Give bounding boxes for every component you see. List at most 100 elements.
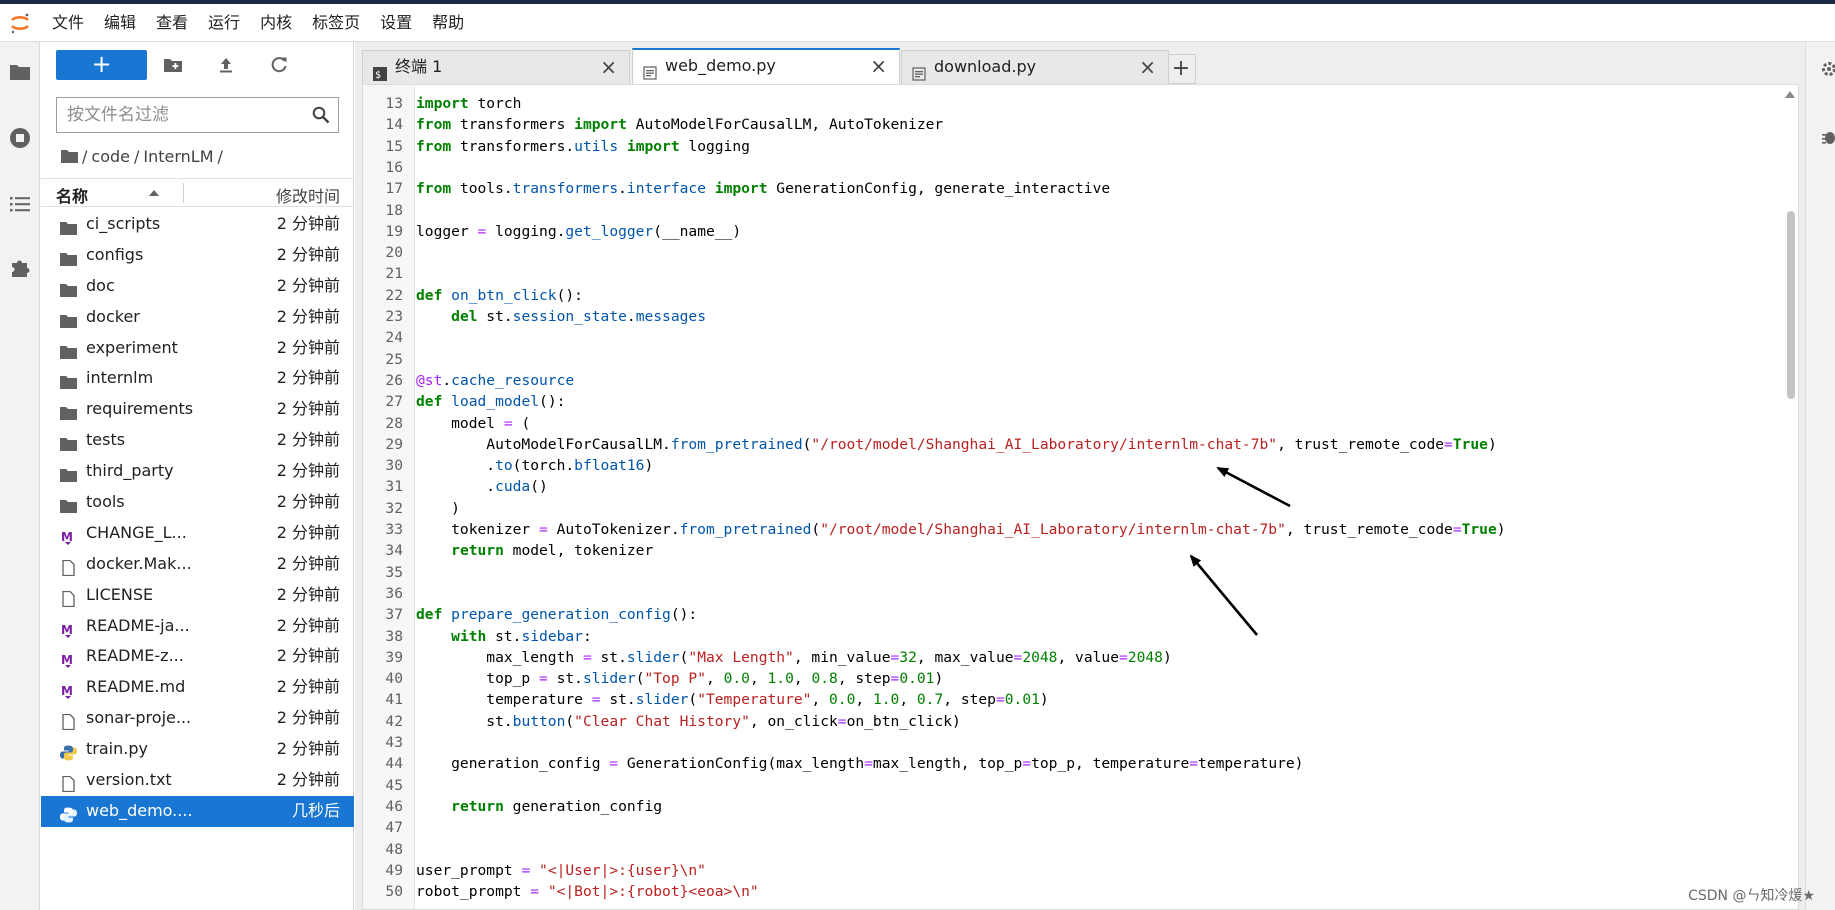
file-modified-time: 几秒后 [291, 800, 340, 820]
code-line: 48 [363, 839, 1783, 860]
folder-icon [60, 494, 77, 514]
file-list-item[interactable]: requirements 2 分钟前 [41, 394, 354, 425]
folder-icon [60, 216, 77, 235]
column-modified-header[interactable]: 修改时间 [276, 183, 340, 207]
line-number: 20 [385, 244, 403, 262]
folder-icon[interactable] [61, 149, 78, 164]
file-list-item[interactable]: M README-z... 2 分钟前 [41, 641, 354, 672]
menu-item[interactable]: 文件 [52, 4, 84, 42]
breadcrumb-sep: / [217, 146, 223, 166]
line-number: 50 [385, 883, 403, 901]
breadcrumb-sep: / [133, 146, 140, 166]
upload-icon[interactable] [216, 55, 236, 75]
search-icon [312, 106, 330, 124]
file-list-item[interactable]: third_party 2 分钟前 [41, 456, 354, 487]
file-list-item[interactable]: tests 2 分钟前 [41, 425, 354, 456]
code-editor[interactable]: 13 import torch 14 from transformers import… [362, 84, 1799, 910]
close-icon[interactable]: × [600, 51, 617, 83]
file-list-item[interactable]: M README-ja... 2 分钟前 [41, 611, 354, 642]
file-list-item[interactable]: tools 2 分钟前 [41, 487, 354, 518]
code-line: 28 model = ( [363, 413, 1783, 434]
file-icon [60, 556, 77, 576]
breadcrumb-code[interactable]: code [91, 147, 130, 166]
line-code: generation_config = GenerationConfig(max… [416, 755, 1304, 773]
code-line: 29 AutoModelForCausalLM.from_pretrained(… [363, 434, 1783, 455]
folder-icon [60, 278, 77, 297]
line-number: 21 [385, 265, 403, 283]
line-number: 13 [385, 95, 403, 112]
code-line: 32 ) [363, 498, 1783, 519]
new-folder-icon[interactable] [163, 55, 183, 75]
debugger-bug-icon[interactable] [1820, 128, 1835, 146]
text-file-icon [643, 59, 657, 80]
file-name: train.py [86, 739, 148, 759]
jupyter-logo-icon [11, 13, 29, 34]
file-icon [60, 587, 77, 607]
line-code: import torch [416, 95, 522, 112]
file-list-item[interactable]: M CHANGE_L... 2 分钟前 [41, 518, 354, 549]
editor-tab[interactable]: $ 终端 1 × [362, 50, 630, 84]
line-number: 40 [385, 670, 403, 688]
column-name-header[interactable]: 名称 [56, 183, 88, 207]
line-code: return model, tokenizer [451, 542, 654, 560]
table-of-contents-icon[interactable] [8, 192, 32, 216]
line-number: 46 [385, 797, 403, 815]
file-name: sonar-proje... [86, 708, 192, 728]
menu-item[interactable]: 运行 [208, 4, 240, 42]
file-modified-time: 2 分钟前 [276, 244, 340, 264]
file-list-item[interactable]: LICENSE 2 分钟前 [41, 580, 354, 611]
file-list-item[interactable]: experiment 2 分钟前 [41, 333, 354, 364]
code-line: 33 tokenizer = AutoTokenizer.from_pretra… [363, 519, 1783, 540]
menu-item[interactable]: 编辑 [104, 4, 136, 42]
line-number: 32 [385, 499, 403, 517]
new-launcher-button[interactable]: + [56, 50, 147, 80]
file-list-item[interactable]: sonar-proje... 2 分钟前 [41, 703, 354, 734]
file-list-item[interactable]: version.txt 2 分钟前 [41, 765, 354, 796]
line-number: 49 [385, 861, 403, 879]
code-line: 26 @st.cache_resource [363, 370, 1783, 391]
file-list-item[interactable]: ci_scripts 2 分钟前 [41, 209, 354, 240]
folder-icon [60, 340, 77, 359]
menu-item[interactable]: 帮助 [432, 4, 464, 42]
file-list-item[interactable]: internlm 2 分钟前 [41, 363, 354, 394]
editor-tab[interactable]: web_demo.py × [632, 48, 900, 85]
code-line: 30 .to(torch.bfloat16) [363, 455, 1783, 476]
property-inspector-gear-icon[interactable] [1820, 60, 1835, 78]
vertical-scrollbar[interactable] [1782, 85, 1798, 909]
watermark: CSDN @ㄣ知冷煖★ [1688, 888, 1815, 904]
file-filter-input[interactable] [57, 98, 297, 132]
extension-puzzle-icon[interactable] [8, 256, 32, 280]
menu-item[interactable]: 内核 [260, 4, 292, 42]
scroll-up-arrow-icon[interactable] [1785, 91, 1795, 98]
editor-tab[interactable]: download.py × [901, 50, 1169, 84]
running-sessions-icon[interactable] [8, 126, 32, 150]
menu-item[interactable]: 设置 [380, 4, 412, 42]
new-tab-button[interactable]: + [1166, 54, 1196, 84]
folder-icon[interactable] [8, 60, 32, 84]
file-list-item[interactable]: configs 2 分钟前 [41, 240, 354, 271]
line-number: 15 [385, 137, 403, 155]
scroll-thumb[interactable] [1787, 211, 1795, 399]
file-list-item[interactable]: docker 2 分钟前 [41, 302, 354, 333]
file-name: requirements [86, 399, 194, 419]
file-list-item[interactable]: doc 2 分钟前 [41, 271, 354, 302]
file-modified-time: 2 分钟前 [276, 677, 340, 697]
file-list-item[interactable]: train.py 2 分钟前 [41, 734, 354, 765]
file-list-item[interactable]: M README.md 2 分钟前 [41, 672, 354, 703]
code-line: 50 robot_prompt = "<|Bot|>:{robot}<eoa>\n… [363, 881, 1783, 902]
line-code: return generation_config [451, 797, 663, 815]
close-icon[interactable]: × [1139, 51, 1156, 83]
line-number: 35 [385, 563, 403, 581]
python-icon [60, 803, 77, 823]
line-code: ) [416, 499, 460, 517]
file-list-item[interactable]: docker.Mak... 2 分钟前 [41, 549, 354, 580]
menu-item[interactable]: 标签页 [312, 4, 360, 42]
refresh-icon[interactable] [269, 55, 289, 75]
line-number: 31 [385, 478, 403, 496]
close-icon[interactable]: × [870, 50, 887, 82]
file-list-item[interactable]: web_demo.... 几秒后 [41, 795, 354, 827]
menu-item[interactable]: 查看 [156, 4, 188, 42]
file-icon [60, 772, 77, 793]
breadcrumb-internlm[interactable]: InternLM [143, 147, 213, 166]
file-browser-toolbar: + [41, 42, 354, 88]
